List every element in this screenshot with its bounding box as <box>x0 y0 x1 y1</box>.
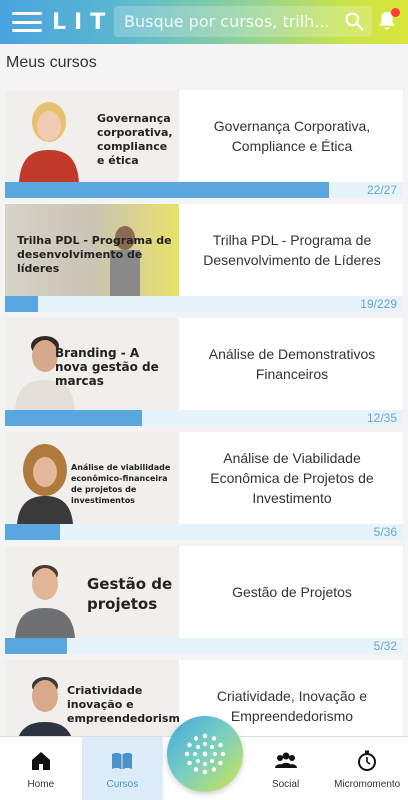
progress-fill <box>5 296 39 312</box>
course-progress-bar: 22/27 <box>5 182 403 198</box>
course-progress-bar: 5/32 <box>5 638 403 654</box>
course-card[interactable]: Gestão de projetos Gestão de Projetos 5/… <box>5 546 403 654</box>
top-header: LIT <box>0 0 408 44</box>
progress-fill <box>5 524 61 540</box>
course-thumbnail: Gestão de projetos <box>5 546 179 638</box>
search-bar[interactable] <box>114 6 372 37</box>
nav-cursos[interactable]: Cursos <box>81 737 164 800</box>
course-progress-bar: 19/229 <box>5 296 403 312</box>
thumbnail-caption: Trilha PDL - Programa de desenvolvimento… <box>17 234 172 275</box>
progress-fill <box>5 410 142 426</box>
thumbnail-caption: Governança corporativa, compliance e éti… <box>97 112 173 167</box>
book-icon <box>112 752 133 770</box>
course-progress-bar: 5/36 <box>5 524 403 540</box>
course-title[interactable]: Análise de Viabilidade Econômica de Proj… <box>183 432 401 524</box>
course-list: Governança corporativa, compliance e éti… <box>5 90 403 774</box>
home-icon <box>31 751 50 770</box>
nav-social-label: Social <box>271 778 300 790</box>
progress-fill <box>5 638 68 654</box>
stopwatch-icon <box>358 750 377 771</box>
menu-icon[interactable] <box>12 12 42 32</box>
page-title: Meus cursos <box>6 54 97 71</box>
nav-social[interactable]: Social <box>245 737 327 800</box>
notification-badge <box>391 8 400 17</box>
course-card[interactable]: Governança corporativa, compliance e éti… <box>5 90 403 198</box>
nav-home-label: Home <box>27 778 55 790</box>
progress-count: 5/36 <box>373 525 397 539</box>
course-title[interactable]: Trilha PDL - Programa de Desenvolvimento… <box>183 204 401 296</box>
search-icon[interactable] <box>344 11 364 31</box>
course-thumbnail: Governança corporativa, compliance e éti… <box>5 90 179 182</box>
thumbnail-caption: Branding - A nova gestão de marcas <box>55 346 159 388</box>
progress-count: 12/35 <box>366 411 397 425</box>
nav-micromomento[interactable]: Micromomento <box>326 737 408 800</box>
progress-count: 19/229 <box>360 297 397 311</box>
course-thumbnail: Branding - A nova gestão de marcas <box>5 318 179 410</box>
instructor-photo <box>15 565 75 638</box>
nav-home[interactable]: Home <box>0 737 82 800</box>
course-progress-bar: 12/35 <box>5 410 403 426</box>
course-title[interactable]: Governança Corporativa, Compliance e Éti… <box>183 90 401 182</box>
app-logo[interactable]: LIT <box>52 10 113 35</box>
course-card[interactable]: Branding - A nova gestão de marcas Análi… <box>5 318 403 426</box>
nav-cursos-label: Cursos <box>106 778 139 790</box>
thumbnail-caption: Gestão de projetos <box>87 575 173 613</box>
lit-center-button[interactable] <box>167 716 243 792</box>
thumbnail-caption: Criatividade inovação e empreendedorismo <box>67 684 179 725</box>
lit-dots-icon <box>184 733 226 775</box>
course-thumbnail: Análise de viabilidade econômico-finance… <box>5 432 179 524</box>
course-thumbnail: Trilha PDL - Programa de desenvolvimento… <box>5 204 179 296</box>
progress-count: 5/32 <box>373 639 397 653</box>
progress-count: 22/27 <box>366 183 397 197</box>
people-icon <box>274 752 297 768</box>
app-root: LIT Meus cursos Governança corporat <box>0 0 408 800</box>
instructor-photo <box>19 102 79 182</box>
course-title[interactable]: Gestão de Projetos <box>183 546 401 638</box>
progress-fill <box>5 182 330 198</box>
thumbnail-caption: Análise de viabilidade econômico-finance… <box>71 463 171 505</box>
course-card[interactable]: Análise de viabilidade econômico-finance… <box>5 432 403 540</box>
search-input[interactable] <box>114 12 334 31</box>
course-card[interactable]: Trilha PDL - Programa de desenvolvimento… <box>5 204 403 312</box>
nav-micromomento-label: Micromomento <box>334 778 401 790</box>
course-title[interactable]: Análise de Demonstrativos Financeiros <box>183 318 401 410</box>
